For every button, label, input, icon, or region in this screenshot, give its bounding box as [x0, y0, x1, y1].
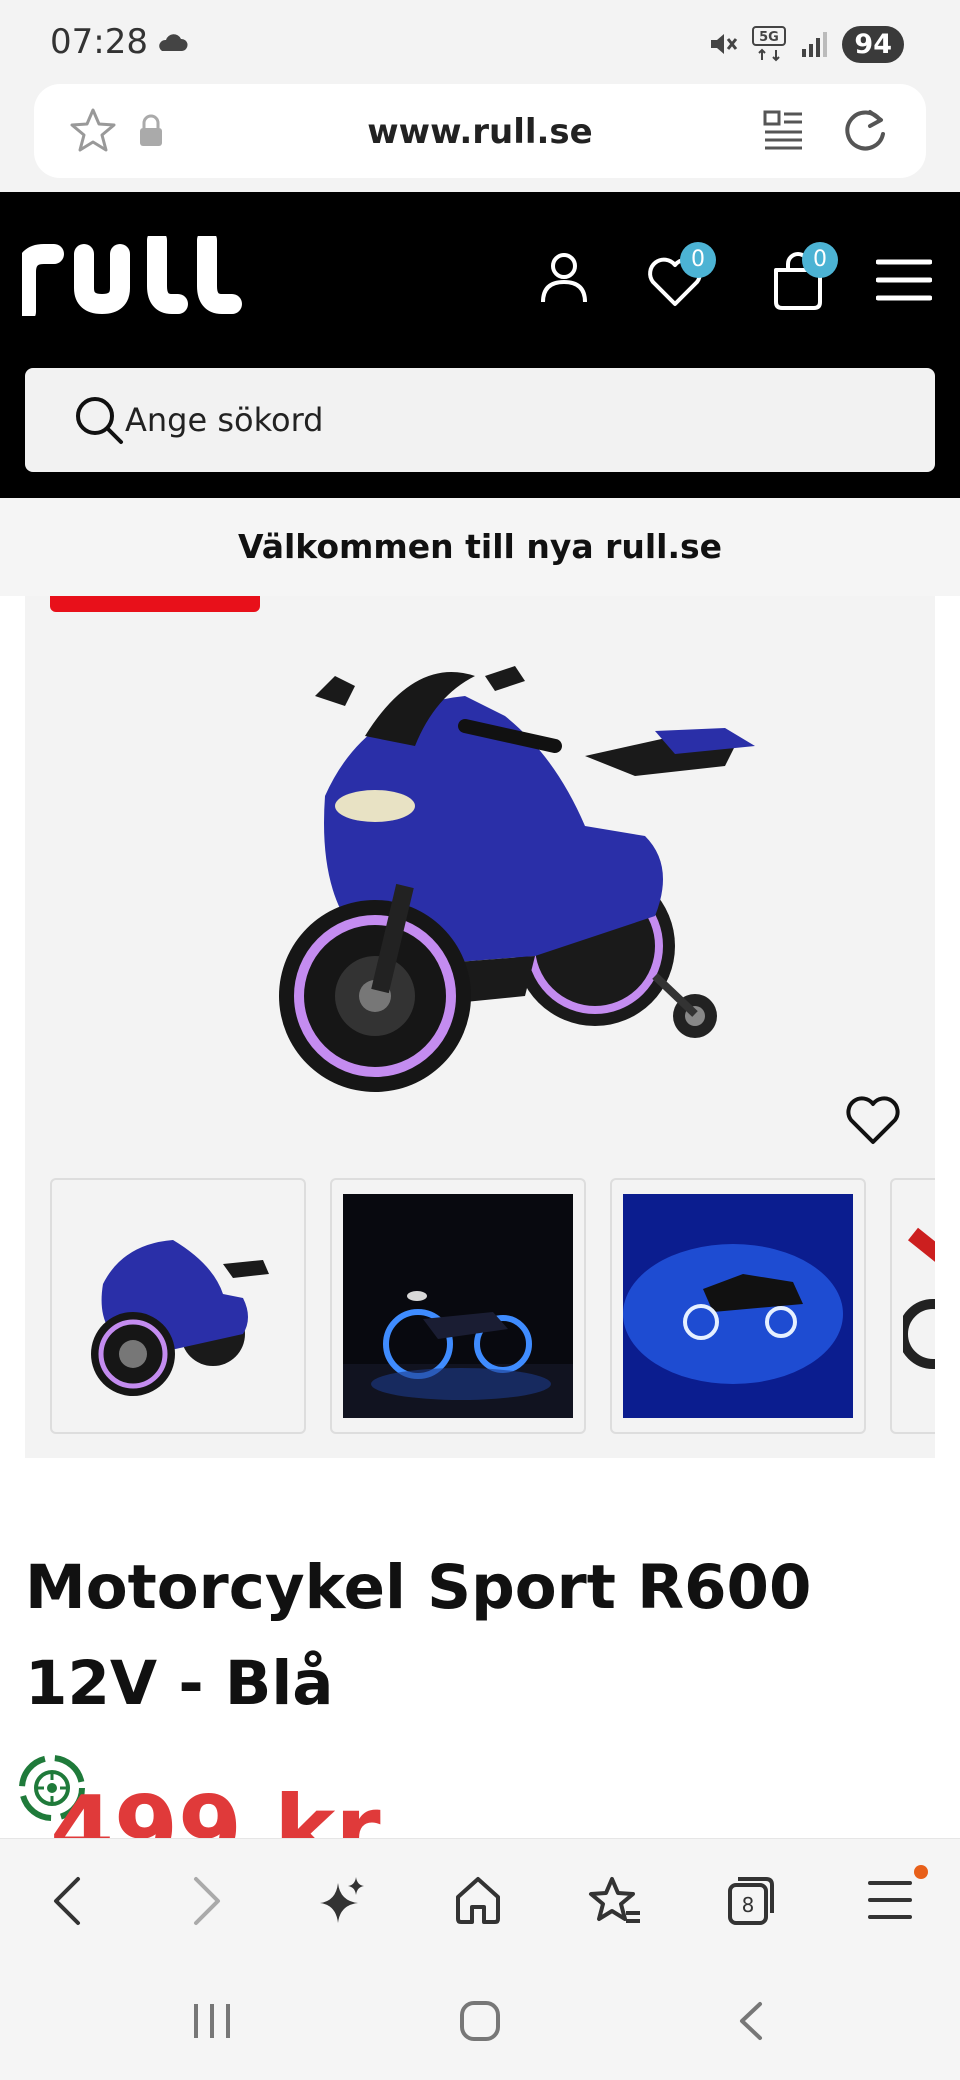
address-bar[interactable]: www.rull.se	[34, 84, 926, 178]
status-time: 07:28	[50, 22, 148, 62]
status-bar: 07:28 5G 94	[0, 0, 960, 84]
back-arrow-icon[interactable]	[48, 1875, 88, 1927]
site-header: 0 0	[0, 192, 960, 498]
thumbnail-2[interactable]	[330, 1178, 586, 1434]
rull-logo[interactable]	[22, 236, 262, 316]
thumbnail-image	[623, 1194, 853, 1418]
reader-mode-icon[interactable]	[762, 106, 806, 152]
signal-icon	[802, 32, 828, 57]
welcome-banner: Välkommen till nya rull.se	[0, 498, 960, 596]
thumbnail-image	[903, 1194, 935, 1418]
product-main-image[interactable]	[255, 636, 775, 1116]
thumbnail-image	[63, 1194, 293, 1418]
ai-sparkle-icon[interactable]	[318, 1875, 368, 1927]
status-indicators: 5G 94	[708, 22, 904, 66]
thumbnail-strip	[50, 1178, 935, 1434]
thumbnail-1[interactable]	[50, 1178, 306, 1434]
thumbnail-image	[343, 1194, 573, 1418]
cloud-icon	[159, 34, 188, 51]
browser-bottom-bar: 8	[0, 1838, 960, 1962]
recent-apps-icon[interactable]	[190, 2000, 234, 2042]
cart-count-badge: 0	[802, 242, 838, 278]
forward-arrow-icon[interactable]	[186, 1875, 226, 1927]
sale-tag	[50, 596, 260, 612]
menu-notification-dot	[914, 1865, 928, 1879]
product-title: Motorcykel Sport R600 12V - Blå	[25, 1552, 812, 1719]
tabs-icon[interactable]: 8	[726, 1875, 776, 1927]
favorite-heart-icon[interactable]	[845, 1096, 901, 1146]
thumbnail-3[interactable]	[610, 1178, 866, 1434]
search-icon	[76, 397, 123, 444]
browser-menu-icon[interactable]	[868, 1875, 912, 1925]
svg-text:5G: 5G	[760, 30, 780, 45]
search-input[interactable]	[125, 390, 905, 450]
browser-toolbar: www.rull.se	[0, 84, 960, 192]
site-search-box[interactable]	[25, 368, 935, 472]
product-price: 499 kr	[50, 1776, 381, 1840]
home-icon[interactable]	[454, 1875, 502, 1925]
reload-icon[interactable]	[840, 106, 890, 156]
system-navigation-bar	[0, 1962, 960, 2080]
account-icon[interactable]	[538, 250, 590, 306]
system-back-icon[interactable]	[734, 2000, 768, 2042]
home-button-icon[interactable]	[458, 2000, 502, 2042]
network-5g-icon: 5G	[752, 26, 787, 62]
wishlist-count-badge: 0	[680, 242, 716, 278]
bookmarks-star-icon[interactable]	[588, 1875, 642, 1927]
thumbnail-4[interactable]	[890, 1178, 935, 1434]
svg-text:8: 8	[742, 1893, 755, 1917]
product-gallery	[25, 596, 935, 1458]
menu-hamburger-icon[interactable]	[876, 258, 932, 302]
battery-indicator: 94	[842, 25, 904, 63]
mute-icon	[711, 34, 738, 54]
